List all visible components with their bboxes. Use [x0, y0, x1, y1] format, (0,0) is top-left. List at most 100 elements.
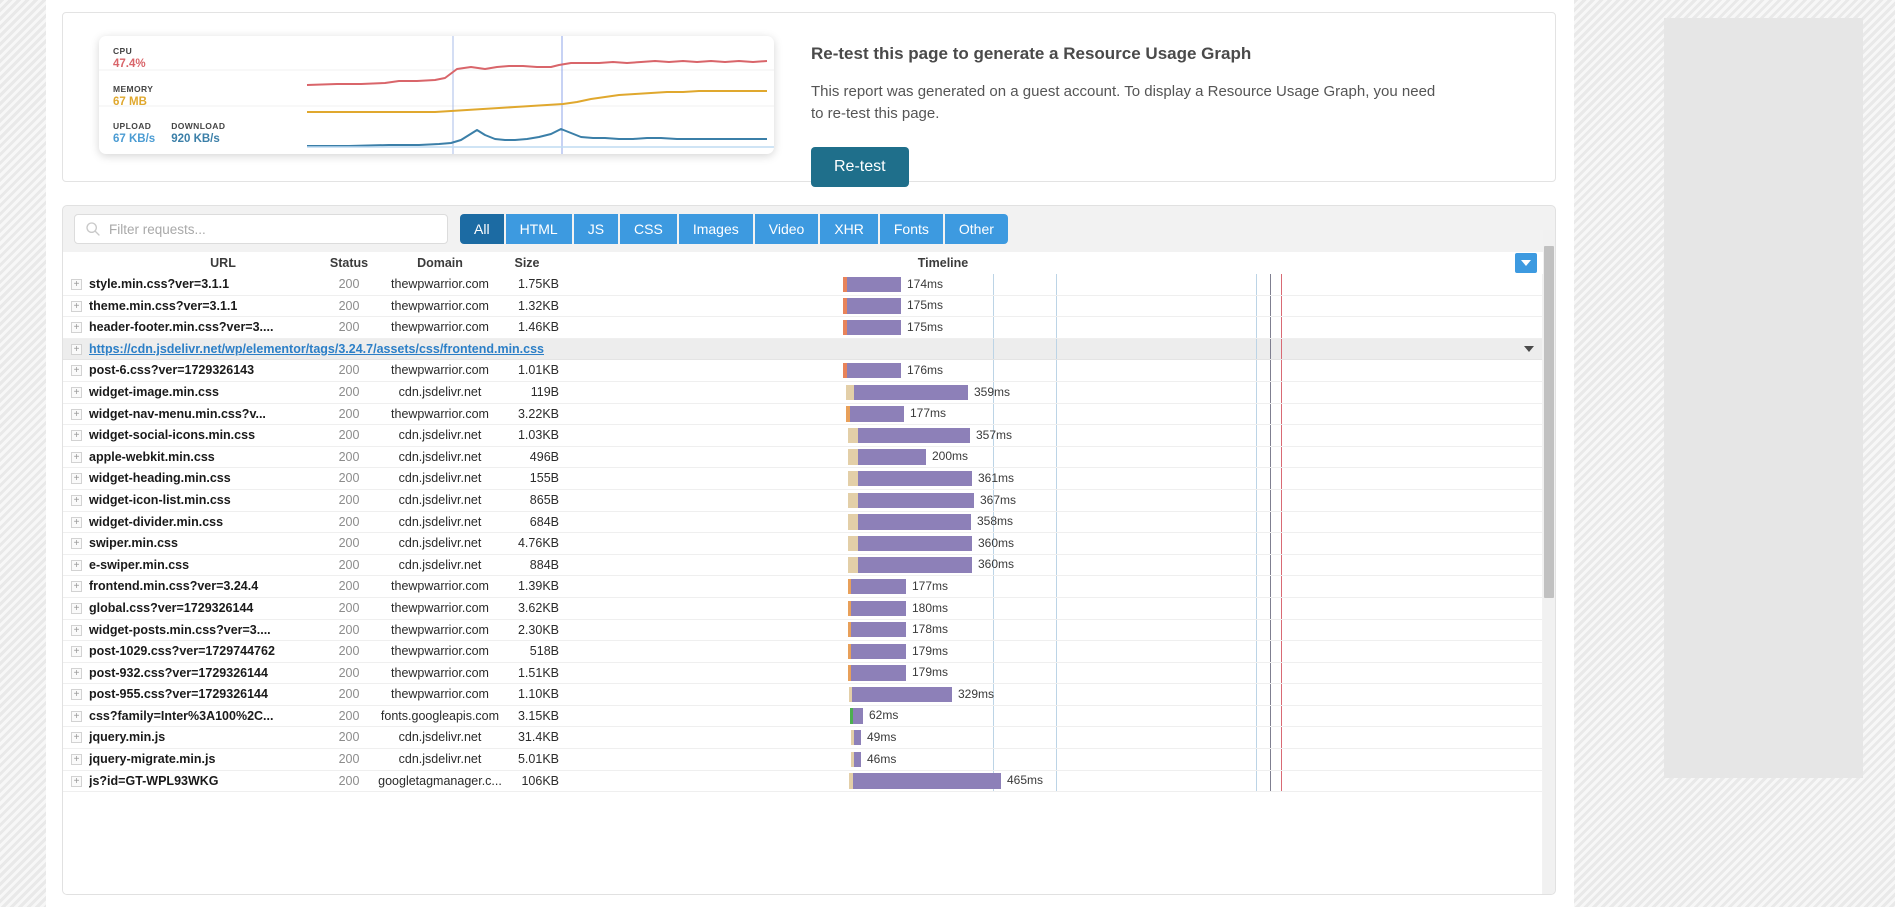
filter-search-wrapper[interactable] [74, 214, 448, 244]
row-url[interactable]: widget-heading.min.css [89, 468, 304, 489]
table-row[interactable]: + e-swiper.min.css 200 cdn.jsdelivr.net 884B… [63, 554, 1542, 577]
tab-images[interactable]: Images [678, 214, 753, 244]
column-header-url[interactable]: URL [133, 252, 313, 274]
row-url[interactable]: css?family=Inter%3A100%2C... [89, 706, 304, 727]
row-expand-icon[interactable]: + [71, 386, 82, 398]
table-row[interactable]: + apple-webkit.min.css 200 cdn.jsdelivr.net… [63, 446, 1542, 469]
timeline-bar[interactable]: 200ms [848, 449, 968, 465]
table-row[interactable]: + jquery-migrate.min.js 200 cdn.jsdelivr.ne… [63, 749, 1542, 771]
row-expand-icon[interactable]: + [71, 365, 82, 377]
tab-css[interactable]: CSS [620, 214, 677, 244]
row-url[interactable]: jquery-migrate.min.js [89, 749, 304, 770]
timeline-bar[interactable]: 360ms [848, 535, 1014, 552]
table-row[interactable]: + https://cdn.jsdelivr.net/wp/elementor/t… [63, 338, 1542, 361]
timeline-bar[interactable]: 360ms [848, 557, 1014, 573]
table-row[interactable]: + header-footer.min.css?ver=3.... 200 thewp… [63, 317, 1542, 339]
table-row[interactable]: + widget-posts.min.css?ver=3.... 200 thewpw… [63, 619, 1542, 642]
row-url[interactable]: js?id=GT-WPL93WKG [89, 771, 304, 792]
tab-all[interactable]: All [460, 214, 504, 244]
tab-fonts[interactable]: Fonts [879, 214, 943, 244]
row-expand-icon[interactable]: + [71, 322, 82, 334]
table-row[interactable]: + widget-social-icons.min.css 200 cdn.jsdel… [63, 425, 1542, 447]
row-url[interactable]: global.css?ver=1729326144 [89, 598, 304, 619]
column-header-size[interactable]: Size [495, 252, 559, 274]
table-row[interactable]: + style.min.css?ver=3.1.1 200 thewpwarrior.… [63, 274, 1542, 296]
retest-button[interactable]: Re-test [811, 147, 909, 187]
resource-usage-graph-thumbnail[interactable]: CPU 47.4% MEMORY 67 MB UPLOAD 67 KB/s DO… [99, 36, 774, 154]
table-row[interactable]: + widget-divider.min.css 200 cdn.jsdelivr.n… [63, 511, 1542, 534]
timeline-bar[interactable]: 174ms [843, 276, 943, 292]
row-url[interactable]: widget-social-icons.min.css [89, 425, 304, 446]
row-expand-icon[interactable]: + [71, 430, 82, 442]
table-row[interactable]: + widget-heading.min.css 200 cdn.jsdelivr.n… [63, 468, 1542, 490]
row-expand-icon[interactable]: + [71, 667, 82, 679]
row-url[interactable]: jquery.min.js [89, 727, 304, 748]
row-expand-icon[interactable]: + [71, 494, 82, 506]
tab-video[interactable]: Video [754, 214, 819, 244]
row-url[interactable]: widget-image.min.css [89, 382, 304, 403]
table-row[interactable]: + jquery.min.js 200 cdn.jsdelivr.net 31.4KB 4… [63, 727, 1542, 750]
row-url[interactable]: e-swiper.min.css [89, 555, 304, 576]
row-expand-icon[interactable]: + [71, 624, 82, 636]
row-expand-icon[interactable]: + [71, 646, 82, 658]
row-expand-icon[interactable]: + [71, 581, 82, 593]
timeline-bar[interactable]: 329ms [849, 686, 994, 703]
timeline-bar[interactable]: 179ms [848, 643, 948, 660]
timeline-bar[interactable]: 49ms [851, 730, 896, 746]
table-row[interactable]: + post-1029.css?ver=1729744762 200 thewpwar… [63, 641, 1542, 663]
table-row[interactable]: + widget-image.min.css 200 cdn.jsdelivr.net… [63, 381, 1542, 404]
tab-xhr[interactable]: XHR [820, 214, 878, 244]
column-header-status[interactable]: Status [318, 252, 380, 274]
timeline-bar[interactable]: 367ms [848, 492, 1016, 508]
table-row[interactable]: + css?family=Inter%3A100%2C... 200 fonts.go… [63, 705, 1542, 728]
row-expand-icon[interactable]: + [71, 516, 82, 528]
row-expand-icon[interactable]: + [71, 473, 82, 485]
table-row[interactable]: + theme.min.css?ver=3.1.1 200 thewpwarrior.… [63, 295, 1542, 318]
table-row[interactable]: + swiper.min.css 200 cdn.jsdelivr.net 4.76KB… [63, 533, 1542, 555]
column-header-timeline[interactable]: Timeline [763, 252, 1123, 274]
row-url[interactable]: post-932.css?ver=1729326144 [89, 663, 304, 684]
table-row[interactable]: + post-955.css?ver=1729326144 200 thewpwarr… [63, 684, 1542, 706]
row-expand-icon[interactable]: + [71, 408, 82, 420]
table-scrollbar-thumb[interactable] [1544, 246, 1554, 598]
timeline-bar[interactable]: 176ms [843, 362, 943, 379]
row-url[interactable]: widget-posts.min.css?ver=3.... [89, 620, 304, 641]
timeline-bar[interactable]: 361ms [848, 470, 1014, 487]
row-url[interactable]: style.min.css?ver=3.1.1 [89, 274, 304, 295]
row-expand-icon[interactable]: + [71, 602, 82, 614]
timeline-bar[interactable]: 180ms [848, 600, 948, 616]
table-row[interactable]: + post-6.css?ver=1729326143 200 thewpwarrio… [63, 360, 1542, 382]
table-row[interactable]: + post-932.css?ver=1729326144 200 thewpwarr… [63, 662, 1542, 685]
row-expand-icon[interactable]: + [71, 689, 82, 701]
timeline-bar[interactable]: 175ms [843, 319, 943, 336]
row-expand-icon[interactable]: + [71, 559, 82, 571]
timeline-bar[interactable]: 177ms [846, 406, 946, 422]
timeline-bar[interactable]: 359ms [846, 384, 1010, 400]
timeline-bar[interactable]: 46ms [851, 751, 896, 768]
column-header-domain[interactable]: Domain [385, 252, 495, 274]
sort-dropdown-button[interactable] [1515, 253, 1537, 273]
row-expand-icon[interactable]: + [71, 732, 82, 744]
row-url[interactable]: post-6.css?ver=1729326143 [89, 360, 304, 381]
timeline-bar[interactable]: 178ms [848, 622, 948, 638]
table-row[interactable]: + widget-nav-menu.min.css?v... 200 thewpwar… [63, 403, 1542, 426]
table-row[interactable]: + widget-icon-list.min.css 200 cdn.jsdelivr… [63, 489, 1542, 512]
table-scrollbar-track[interactable] [1543, 230, 1555, 894]
timeline-bar[interactable]: 179ms [848, 665, 948, 681]
row-url[interactable]: swiper.min.css [89, 533, 304, 554]
table-row[interactable]: + global.css?ver=1729326144 200 thewpwarrio… [63, 597, 1542, 620]
tab-html[interactable]: HTML [505, 214, 572, 244]
row-expand-icon[interactable]: + [71, 279, 82, 290]
row-url[interactable]: header-footer.min.css?ver=3.... [89, 317, 304, 338]
timeline-bar[interactable]: 357ms [848, 427, 1012, 444]
row-expand-icon[interactable]: + [71, 343, 82, 355]
row-expand-icon[interactable]: + [71, 451, 82, 463]
row-url[interactable]: apple-webkit.min.css [89, 447, 304, 468]
row-url[interactable]: post-955.css?ver=1729326144 [89, 684, 304, 705]
row-expand-icon[interactable]: + [71, 538, 82, 550]
filter-search-input[interactable] [107, 220, 447, 238]
row-url[interactable]: widget-icon-list.min.css [89, 490, 304, 511]
row-url[interactable]: post-1029.css?ver=1729744762 [89, 641, 304, 662]
row-expand-icon[interactable]: + [71, 775, 82, 787]
timeline-bar[interactable]: 175ms [843, 298, 943, 314]
